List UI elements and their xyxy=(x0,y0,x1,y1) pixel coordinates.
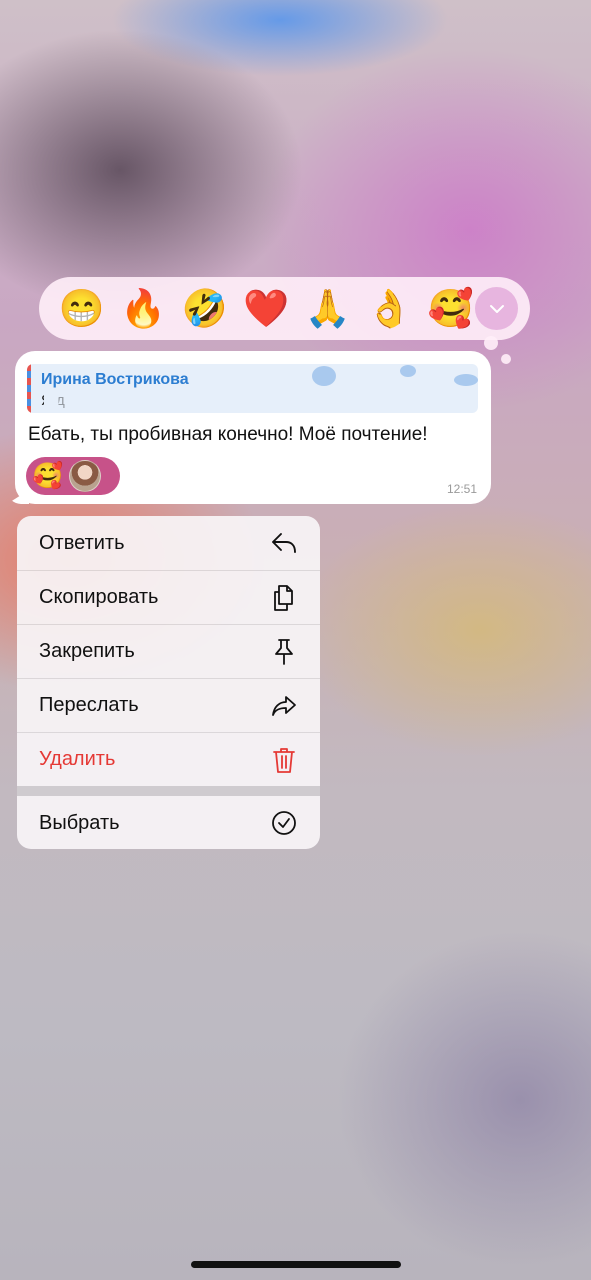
reaction-grinning[interactable]: 😁 xyxy=(51,277,113,340)
menu-item-label: Ответить xyxy=(39,531,125,554)
message-bubble[interactable]: Ирина Вострикова Я до Ебать, ты пробивна… xyxy=(15,351,491,504)
trash-icon xyxy=(270,746,298,774)
menu-item-label: Переслать xyxy=(39,694,139,716)
reaction-heart[interactable]: ❤️ xyxy=(236,277,298,340)
forward-menu-item[interactable]: Переслать xyxy=(17,678,320,732)
reaction-fire[interactable]: 🔥 xyxy=(113,277,175,340)
context-menu: Ответить Скопировать Закрепить Переслать xyxy=(17,516,320,849)
copy-menu-item[interactable]: Скопировать xyxy=(17,570,320,624)
quote-text: Я до xyxy=(41,392,74,409)
picker-bubble-dot xyxy=(484,336,498,350)
expand-reactions-button[interactable] xyxy=(475,287,518,330)
menu-separator xyxy=(17,786,320,796)
menu-item-label: Закрепить xyxy=(39,640,135,662)
menu-item-label: Выбрать xyxy=(39,811,120,834)
reaction-emoji: 🥰 xyxy=(32,462,64,490)
menu-item-label: Скопировать xyxy=(39,586,159,608)
quote-decoration xyxy=(400,365,416,377)
pin-menu-item[interactable]: Закрепить xyxy=(17,624,320,678)
select-menu-item[interactable]: Выбрать xyxy=(17,796,320,849)
reaction-ok[interactable]: 👌 xyxy=(359,277,421,340)
reply-icon xyxy=(270,529,298,557)
quote-author: Ирина Вострикова xyxy=(41,371,189,388)
reply-quote[interactable]: Ирина Вострикова Я до xyxy=(27,364,478,413)
check-circle-icon xyxy=(270,809,298,837)
quote-decoration xyxy=(312,366,336,386)
picker-bubble-dot xyxy=(501,354,511,364)
home-indicator[interactable] xyxy=(191,1261,401,1268)
forward-icon xyxy=(270,692,298,720)
reaction-smiling-hearts[interactable]: 🥰 xyxy=(420,277,482,340)
message-reaction-chip[interactable]: 🥰 xyxy=(26,457,120,495)
pin-icon xyxy=(270,638,298,666)
reaction-pray[interactable]: 🙏 xyxy=(297,277,359,340)
quote-bar xyxy=(27,364,31,413)
reaction-picker: 😁 🔥 🤣 ❤️ 🙏 👌 🥰 xyxy=(39,277,530,340)
menu-item-label: Удалить xyxy=(39,748,116,770)
message-time: 12:51 xyxy=(446,482,477,496)
message-text: Ебать, ты пробивная конечно! Моё почтени… xyxy=(28,424,428,445)
quote-decoration xyxy=(454,374,478,386)
chevron-down-icon xyxy=(489,304,504,313)
avatar xyxy=(69,460,102,492)
reply-menu-item[interactable]: Ответить xyxy=(17,516,320,570)
delete-menu-item[interactable]: Удалить xyxy=(17,732,320,786)
reaction-rofl[interactable]: 🤣 xyxy=(174,277,236,340)
copy-icon xyxy=(270,584,298,612)
